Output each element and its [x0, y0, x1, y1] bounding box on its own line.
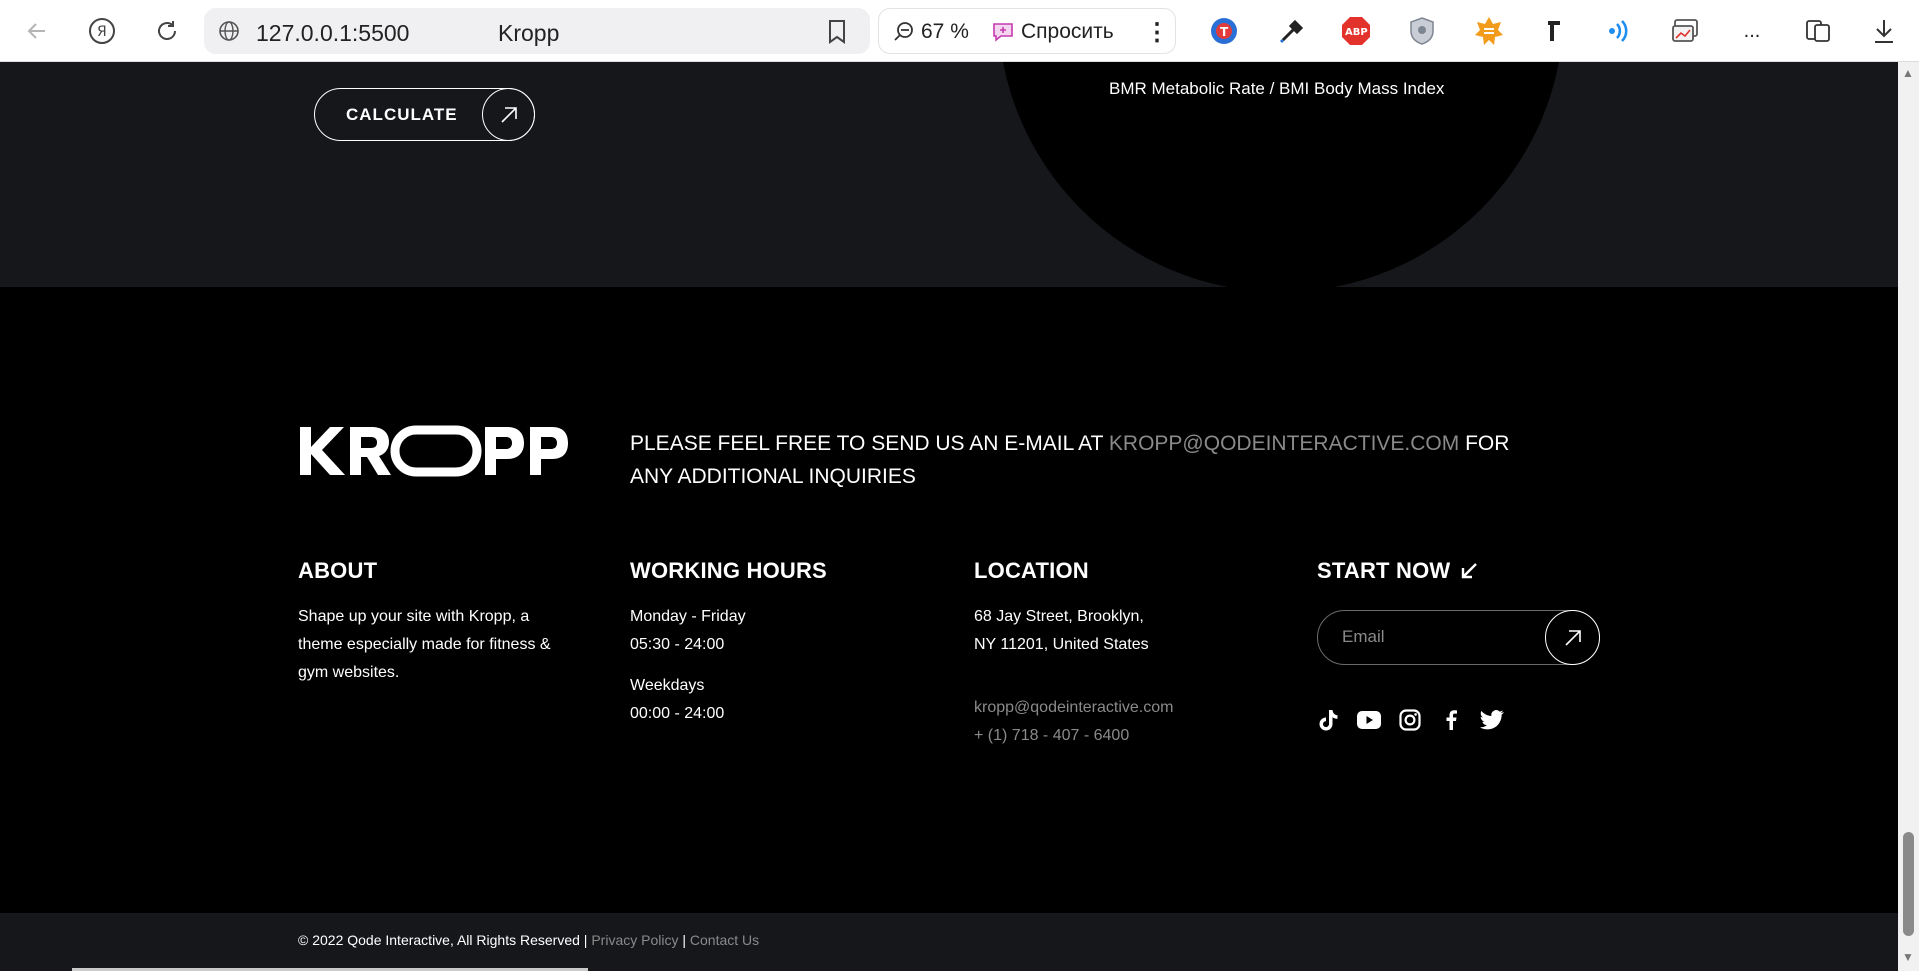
- browser-toolbar: Я 127.0.0.1:5500 Kropp 67 % Спросить ⋮ T…: [0, 0, 1919, 62]
- start-now-title: START NOW: [1317, 558, 1617, 584]
- ask-button[interactable]: Спросить: [991, 20, 1114, 44]
- social-links: [1316, 708, 1504, 732]
- yandex-button[interactable]: Я: [83, 12, 121, 50]
- sun-extension-icon[interactable]: [1473, 15, 1505, 47]
- download-icon[interactable]: [1868, 15, 1900, 47]
- screenshot-extension-icon[interactable]: [1670, 15, 1702, 47]
- instagram-icon[interactable]: [1398, 708, 1422, 732]
- about-text: Shape up your site with Kropp, a theme e…: [298, 608, 551, 681]
- svg-text:Я: Я: [97, 24, 107, 40]
- link-separator: |: [678, 932, 690, 948]
- hours-days-2: Weekdays: [630, 677, 705, 694]
- address-block: 68 Jay Street, Brooklyn, NY 11201, Unite…: [974, 603, 1254, 659]
- reload-button[interactable]: [148, 12, 186, 50]
- hours-block-weekend: Weekdays 00:00 - 24:00: [630, 672, 890, 728]
- arrow-up-right-icon: [482, 88, 535, 141]
- contact-block: kropp@qodeinteractive.com + (1) 718 - 40…: [974, 694, 1254, 750]
- location-column: LOCATION 68 Jay Street, Brooklyn, NY 112…: [974, 558, 1254, 750]
- location-email-link[interactable]: kropp@qodeinteractive.com: [974, 694, 1254, 722]
- kebab-menu-icon[interactable]: ⋮: [1145, 18, 1169, 47]
- address-line-2: NY 11201, United States: [974, 636, 1149, 653]
- bmi-calculator-section: BMR Metabolic Rate / BMI Body Mass Index…: [0, 62, 1898, 287]
- location-title: LOCATION: [974, 558, 1089, 583]
- about-column: ABOUT Shape up your site with Kropp, a t…: [298, 558, 573, 687]
- email-input[interactable]: [1342, 627, 1522, 647]
- working-hours-title: WORKING HOURS: [630, 558, 827, 583]
- hours-block-weekdays: Monday - Friday 05:30 - 24:00: [630, 603, 890, 659]
- start-now-column: START NOW: [1317, 558, 1617, 584]
- arrow-down-left-icon: [1462, 563, 1478, 579]
- hours-time-2: 00:00 - 24:00: [630, 705, 725, 722]
- hours-days-1: Monday - Friday: [630, 608, 746, 625]
- zoom-ask-group: 67 % Спросить ⋮: [878, 8, 1176, 54]
- reload-icon: [158, 21, 176, 40]
- newsletter-submit-button[interactable]: [1545, 610, 1600, 665]
- copyright-bar: © 2022 Qode Interactive, All Rights Rese…: [0, 913, 1898, 971]
- eyedropper-extension-icon[interactable]: [1276, 15, 1308, 47]
- contact-invitation: PLEASE FEEL FREE TO SEND US AN E-MAIL AT…: [630, 427, 1550, 493]
- address-line-1: 68 Jay Street, Brooklyn,: [974, 608, 1144, 625]
- copyright-text: © 2022 Qode Interactive, All Rights Rese…: [298, 932, 759, 948]
- scroll-down-icon[interactable]: ▼: [1902, 950, 1914, 964]
- contact-email-link[interactable]: KROPP@QODEINTERACTIVE.COM: [1109, 432, 1459, 455]
- privacy-policy-link[interactable]: Privacy Policy: [591, 932, 678, 948]
- scroll-up-icon[interactable]: ▲: [1902, 66, 1914, 80]
- bmr-caption: BMR Metabolic Rate / BMI Body Mass Index: [1109, 79, 1445, 98]
- zoom-level: 67 %: [921, 20, 969, 43]
- back-arrow-icon: [27, 23, 45, 39]
- bookmark-icon[interactable]: [826, 19, 848, 45]
- kropp-logo[interactable]: [298, 425, 568, 477]
- more-extensions-button[interactable]: ...: [1736, 15, 1768, 47]
- translate-extension-icon[interactable]: T: [1208, 15, 1240, 47]
- contact-prefix: PLEASE FEEL FREE TO SEND US AN E-MAIL AT: [630, 432, 1109, 455]
- location-phone-link[interactable]: + (1) 718 - 407 - 6400: [974, 722, 1254, 750]
- svg-text:T: T: [1220, 25, 1229, 39]
- paragraph-extension-icon[interactable]: [1538, 15, 1570, 47]
- contact-us-link[interactable]: Contact Us: [690, 932, 759, 948]
- calculate-button[interactable]: CALCULATE: [314, 88, 535, 141]
- zoom-out-icon: [894, 22, 913, 41]
- ask-label: Спросить: [1021, 20, 1114, 43]
- arrow-up-right-icon: [1564, 629, 1581, 646]
- back-button[interactable]: [18, 12, 56, 50]
- url-text: 127.0.0.1:5500: [256, 20, 410, 46]
- page-scrollbar[interactable]: ▲ ▼: [1898, 62, 1919, 971]
- youtube-icon[interactable]: [1357, 708, 1381, 732]
- shield-extension-icon[interactable]: [1406, 15, 1438, 47]
- hours-time-1: 05:30 - 24:00: [630, 636, 725, 653]
- wireless-extension-icon[interactable]: [1604, 15, 1636, 47]
- facebook-icon[interactable]: [1439, 708, 1463, 732]
- about-title: ABOUT: [298, 558, 378, 583]
- tab-title: Kropp: [498, 20, 560, 46]
- start-now-label: START NOW: [1317, 558, 1451, 583]
- working-hours-column: WORKING HOURS Monday - Friday 05:30 - 24…: [630, 558, 890, 728]
- more-extensions-label: ...: [1743, 19, 1761, 42]
- yandex-icon: Я: [89, 18, 115, 44]
- adblock-plus-icon[interactable]: ABP: [1340, 15, 1372, 47]
- copyright-label: © 2022 Qode Interactive, All Rights Rese…: [298, 932, 592, 948]
- tiktok-icon[interactable]: [1316, 708, 1340, 732]
- scrollbar-thumb[interactable]: [1903, 832, 1914, 936]
- zoom-control[interactable]: 67 %: [893, 20, 969, 44]
- twitter-icon[interactable]: [1480, 708, 1504, 732]
- ask-bubble-icon: [993, 23, 1013, 42]
- newsletter-form: [1317, 610, 1600, 665]
- svg-text:ABP: ABP: [1345, 27, 1368, 38]
- address-bar[interactable]: 127.0.0.1:5500 Kropp: [204, 8, 870, 54]
- site-footer: PLEASE FEEL FREE TO SEND US AN E-MAIL AT…: [0, 287, 1898, 913]
- calculate-label: CALCULATE: [346, 105, 458, 124]
- page-content: BMR Metabolic Rate / BMI Body Mass Index…: [0, 62, 1898, 971]
- globe-icon: [219, 21, 239, 41]
- collections-icon[interactable]: [1802, 15, 1834, 47]
